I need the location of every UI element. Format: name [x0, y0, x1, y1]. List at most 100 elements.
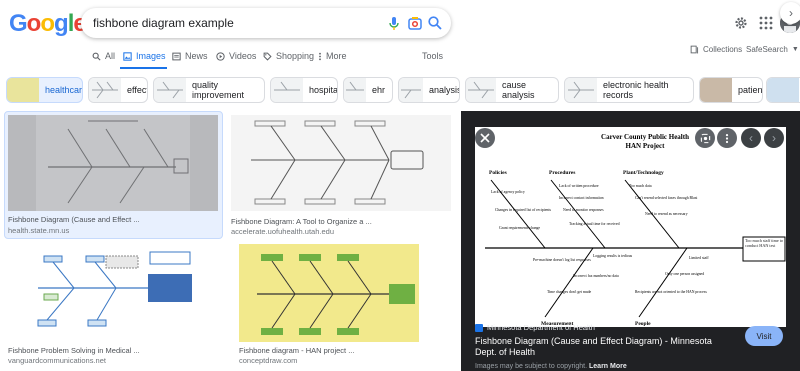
fishbone-thumbnail — [468, 81, 494, 99]
logo-letter: g — [54, 10, 69, 37]
fishbone-thumbnail — [37, 251, 192, 327]
chip-partial[interactable] — [766, 77, 800, 103]
collections-label: Collections — [703, 45, 743, 54]
visit-button[interactable]: Visit — [745, 326, 783, 346]
chip-thumbnail — [7, 78, 39, 102]
chip-quality-improvement[interactable]: quality improvement — [153, 77, 265, 103]
chip-analysis[interactable]: analysis — [398, 77, 460, 103]
copyright-note: Images may be subject to copyright. Lear… — [475, 363, 627, 370]
diagram-cause: Incorrect fax numbers/no data — [573, 274, 619, 278]
diagram-cause: Too much data — [629, 184, 652, 188]
more-options-button[interactable] — [717, 128, 737, 148]
chip-thumbnail — [89, 78, 121, 102]
apps-grid-icon[interactable] — [758, 15, 774, 31]
chip-label: analysis — [429, 85, 460, 95]
close-icon — [480, 133, 490, 143]
chip-thumbnail — [399, 78, 423, 102]
diagram-cause: Lack of written procedure — [559, 184, 599, 188]
fishbone-diagram: Carver County Public Health HAN Project … — [485, 133, 786, 327]
chip-thumbnail — [154, 78, 186, 102]
safesearch-menu[interactable]: SafeSearch ▼ — [746, 45, 799, 54]
site-favicon-icon — [475, 323, 483, 332]
camera-lens-icon[interactable] — [407, 15, 423, 31]
fishbone-thumbnail — [401, 89, 421, 99]
previous-button[interactable]: ‹ — [741, 128, 761, 148]
chip-cause-analysis[interactable]: cause analysis — [465, 77, 559, 103]
tab-label: News — [185, 51, 208, 61]
collections-link[interactable]: Collections — [690, 45, 742, 54]
chip-thumbnail — [344, 78, 366, 102]
preview-image[interactable]: Carver County Public Health HAN Project … — [475, 127, 786, 327]
chip-ehr[interactable]: ehr — [343, 77, 393, 103]
tab-all[interactable]: All — [92, 51, 115, 61]
fishbone-thumbnail — [346, 81, 364, 91]
result-thumbnail — [8, 115, 218, 211]
tab-more[interactable]: More — [318, 51, 347, 61]
tab-images[interactable]: Images — [123, 51, 166, 61]
diagram-cause: Can't resend selected faxes through Blas… — [635, 196, 698, 200]
search-icon[interactable] — [427, 15, 443, 31]
tab-label: Images — [136, 51, 166, 61]
close-button[interactable] — [475, 128, 495, 148]
tab-videos[interactable]: Videos — [216, 51, 256, 61]
refinement-chips: healthcare effect quality improvement ho… — [0, 77, 800, 103]
safesearch-label: SafeSearch — [746, 45, 788, 54]
preview-title[interactable]: Fishbone Diagram (Cause and Effect Diagr… — [475, 336, 735, 358]
chip-label: effect — [127, 85, 148, 95]
chips-next-button[interactable]: › — [780, 2, 800, 24]
result-title[interactable]: Fishbone diagram - HAN project ... — [239, 346, 354, 355]
google-lens-button[interactable] — [695, 128, 715, 148]
logo-letter: o — [40, 10, 55, 37]
diagram-cause: Grant requirements change — [499, 226, 540, 230]
chip-electronic-health-records[interactable]: electronic health records — [564, 77, 694, 103]
logo-letter: G — [9, 10, 28, 37]
chip-healthcare[interactable]: healthcare — [6, 77, 83, 103]
image-icon — [123, 51, 132, 61]
chip-label: hospital — [309, 85, 338, 95]
result-thumbnail — [239, 244, 419, 342]
chip-label: electronic health records — [603, 80, 669, 100]
result-source[interactable]: health.state.mn.us — [8, 226, 69, 235]
copyright-text: Images may be subject to copyright. — [475, 363, 588, 370]
diagram-category-label: Policies — [489, 170, 507, 176]
search-box[interactable]: fishbone diagram example — [81, 8, 451, 38]
diagram-cause: Need to monitor responses — [563, 208, 604, 212]
chip-hospital[interactable]: hospital — [270, 77, 338, 103]
preview-source-name: Minnesota Department of Health — [487, 323, 595, 332]
diagram-cause: Tracking actual time for received — [569, 222, 620, 226]
google-logo[interactable]: Google — [9, 10, 87, 38]
next-button[interactable]: › — [764, 128, 784, 148]
result-source[interactable]: accelerate.uofuhealth.utah.edu — [231, 227, 334, 236]
tab-label: Shopping — [276, 51, 315, 61]
chip-thumbnail — [565, 78, 597, 102]
result-title[interactable]: Fishbone Diagram: A Tool to Organize a .… — [231, 217, 372, 226]
gear-icon[interactable] — [733, 15, 749, 31]
tools-button[interactable]: Tools — [422, 51, 443, 61]
diagram-cause: Time changes don't get made — [547, 290, 592, 294]
learn-more-link[interactable]: Learn More — [589, 363, 627, 370]
result-source[interactable]: vanguardcommunications.net — [8, 356, 106, 365]
chip-patient[interactable]: patient — [699, 77, 763, 103]
search-input[interactable]: fishbone diagram example — [93, 16, 234, 30]
chevron-left-icon: ‹ — [749, 131, 753, 145]
fishbone-thumbnail — [251, 120, 424, 205]
tab-label: More — [326, 51, 347, 61]
preview-source[interactable]: Minnesota Department of Health — [475, 323, 595, 332]
microphone-icon[interactable] — [386, 15, 402, 31]
fishbone-thumbnail — [274, 81, 300, 91]
chip-label: patient — [738, 85, 763, 95]
tab-news[interactable]: News — [172, 51, 208, 61]
dots-vertical-icon — [319, 52, 321, 60]
result-title[interactable]: Fishbone Problem Solving in Medical ... — [8, 346, 140, 355]
dots-vertical-icon — [725, 133, 729, 143]
caret-down-icon: ▼ — [791, 46, 799, 53]
tab-shopping[interactable]: Shopping — [263, 51, 314, 61]
fishbone-thumbnail — [257, 254, 415, 335]
preview-panel: Carver County Public Health HAN Project … — [461, 111, 800, 371]
result-title[interactable]: Fishbone Diagram (Cause and Effect ... — [8, 215, 140, 224]
diagram-cause: Lack of agency policy — [491, 190, 525, 194]
chip-thumbnail — [700, 78, 732, 102]
tab-label: All — [105, 51, 116, 61]
result-source[interactable]: conceptdraw.com — [239, 356, 297, 365]
chip-effect[interactable]: effect — [88, 77, 148, 103]
